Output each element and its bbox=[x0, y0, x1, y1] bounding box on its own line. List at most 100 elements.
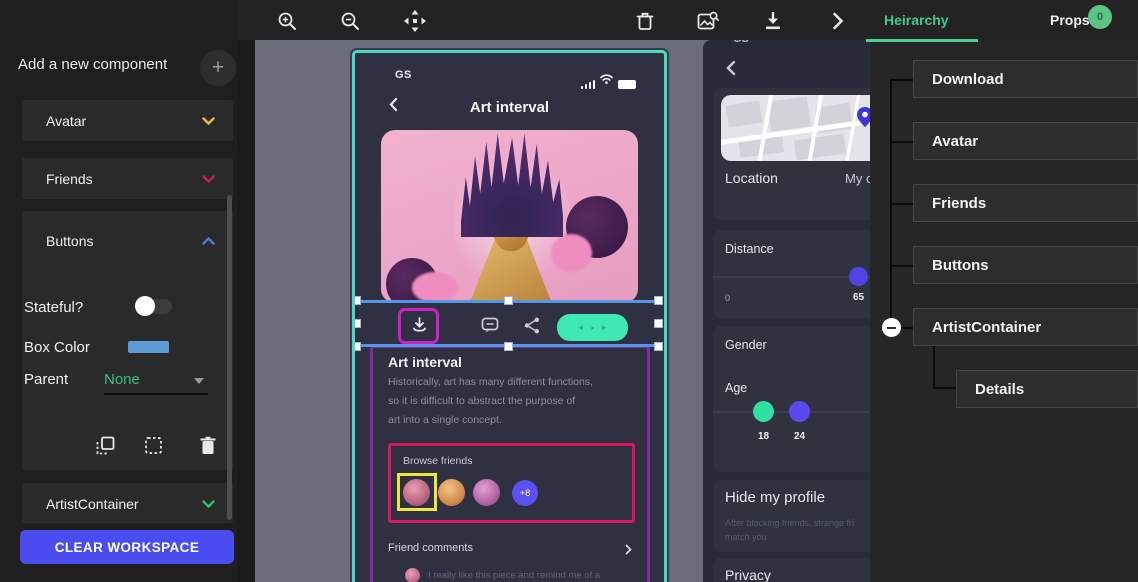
tab-hierarchy[interactable]: Heirarchy bbox=[884, 12, 949, 28]
clear-workspace-button[interactable]: CLEAR WORKSPACE bbox=[20, 530, 234, 564]
privacy-label[interactable]: Privacy bbox=[725, 567, 771, 582]
delete-component-icon[interactable] bbox=[195, 432, 221, 458]
chevron-down-icon[interactable] bbox=[202, 499, 215, 508]
tree-connector bbox=[890, 141, 913, 143]
tree-node-label: Friends bbox=[932, 194, 987, 212]
component-card-buttons-header[interactable]: Buttons bbox=[22, 211, 233, 259]
tree-node-avatar[interactable]: Avatar bbox=[913, 122, 1138, 160]
tree-node-label: Avatar bbox=[932, 132, 979, 150]
resize-handle[interactable] bbox=[355, 319, 361, 328]
friend-avatar[interactable] bbox=[438, 479, 465, 506]
chevron-up-icon[interactable] bbox=[202, 237, 215, 245]
tree-node-label: Download bbox=[932, 70, 1004, 88]
box-color-label: Box Color bbox=[24, 339, 90, 356]
hide-profile-hint: After blocking friends, strange fri bbox=[725, 518, 855, 528]
hierarchy-panel: Download Avatar Friends Buttons ArtistCo… bbox=[870, 40, 1138, 582]
stateful-toggle[interactable] bbox=[135, 296, 172, 316]
component-card-friends[interactable]: Friends bbox=[22, 158, 233, 199]
age-label: Age bbox=[725, 381, 748, 395]
component-label: Buttons bbox=[46, 233, 94, 249]
delete-icon[interactable] bbox=[632, 8, 658, 34]
component-label: Friends bbox=[46, 170, 93, 187]
resize-handle[interactable] bbox=[654, 296, 663, 305]
friends-component-outline[interactable]: Browse friends +8 bbox=[388, 443, 635, 523]
distance-min: 0 bbox=[725, 293, 731, 303]
zoom-out-icon[interactable] bbox=[337, 8, 363, 34]
tree-node-details[interactable]: Details bbox=[956, 370, 1138, 408]
resize-handle[interactable] bbox=[654, 319, 663, 328]
tab-props[interactable]: Props bbox=[1050, 12, 1090, 28]
pan-move-icon[interactable] bbox=[402, 8, 428, 34]
collapse-node-button[interactable] bbox=[882, 318, 901, 337]
artwork-figure bbox=[460, 133, 564, 238]
status-icons bbox=[580, 71, 636, 89]
caret-down-icon[interactable] bbox=[194, 378, 204, 384]
distance-max: 65 bbox=[853, 292, 865, 303]
zoom-in-icon[interactable] bbox=[274, 8, 300, 34]
props-count-badge: 0 bbox=[1088, 5, 1112, 29]
chevron-down-icon[interactable] bbox=[202, 116, 215, 125]
tree-node-label: Buttons bbox=[932, 256, 989, 274]
artwork-shape bbox=[411, 271, 459, 303]
map-block bbox=[725, 100, 763, 128]
chevron-down-icon[interactable] bbox=[202, 174, 215, 183]
tree-connector bbox=[933, 387, 956, 389]
map-block bbox=[767, 96, 811, 132]
carrier-label: GS bbox=[733, 40, 749, 45]
download-icon[interactable] bbox=[760, 8, 786, 34]
resize-handle[interactable] bbox=[355, 342, 361, 351]
tree-connector bbox=[933, 346, 935, 389]
app-window: GS Location My c Distance 0 65 Gend bbox=[0, 0, 1138, 582]
resize-handle[interactable] bbox=[504, 342, 513, 351]
sidebar-scrollbar[interactable] bbox=[227, 195, 232, 520]
component-card-artistcontainer[interactable]: ArtistContainer bbox=[22, 483, 233, 523]
tree-node-buttons[interactable]: Buttons bbox=[913, 246, 1138, 284]
map-preview[interactable] bbox=[721, 95, 878, 161]
carrier-label: GS bbox=[395, 69, 412, 81]
tree-node-label: Details bbox=[975, 380, 1025, 398]
parent-select[interactable]: None bbox=[104, 371, 140, 388]
tree-node-friends[interactable]: Friends bbox=[913, 184, 1138, 222]
artwork-image[interactable] bbox=[381, 130, 638, 303]
box-color-swatch[interactable] bbox=[128, 341, 169, 353]
tree-node-label: ArtistContainer bbox=[932, 318, 1042, 336]
page-title: Art interval bbox=[469, 99, 550, 116]
gender-label: Gender bbox=[725, 338, 767, 352]
preview-phone[interactable]: GS Art interval ◂ ▪ ▸ Art interval Histo… bbox=[352, 50, 667, 582]
resize-handle[interactable] bbox=[504, 296, 513, 305]
tree-connector bbox=[890, 79, 913, 81]
parent-select-underline bbox=[104, 393, 208, 395]
back-icon[interactable] bbox=[725, 60, 736, 81]
location-value[interactable]: My c bbox=[845, 171, 872, 186]
collapse-panel-icon[interactable] bbox=[825, 8, 851, 34]
add-component-button[interactable]: + bbox=[200, 50, 236, 86]
resize-handle[interactable] bbox=[355, 296, 361, 305]
age-min-knob[interactable] bbox=[753, 401, 774, 422]
more-friends-badge[interactable]: +8 bbox=[512, 480, 538, 506]
hide-profile-hint: match you bbox=[725, 532, 767, 542]
component-label: Avatar bbox=[46, 112, 87, 129]
location-label: Location bbox=[725, 170, 778, 186]
preview-screen-settings[interactable]: GS Location My c Distance 0 65 Gend bbox=[703, 40, 878, 582]
battery-icon bbox=[618, 80, 636, 89]
download-component-highlight[interactable] bbox=[398, 308, 439, 344]
image-preview-icon[interactable] bbox=[695, 8, 721, 34]
flip-to-front-icon[interactable] bbox=[92, 432, 118, 458]
wifi-icon bbox=[600, 71, 613, 89]
flip-to-back-icon[interactable] bbox=[140, 432, 166, 458]
hide-profile-label[interactable]: Hide my profile bbox=[725, 489, 825, 506]
distance-label: Distance bbox=[725, 242, 774, 256]
age-max-knob[interactable] bbox=[789, 401, 810, 422]
age-max: 24 bbox=[794, 431, 806, 442]
avatar-component-highlight[interactable] bbox=[397, 473, 437, 511]
age-min: 18 bbox=[758, 431, 770, 442]
tree-node-artistcontainer[interactable]: ArtistContainer bbox=[913, 308, 1138, 346]
tree-connector bbox=[890, 203, 913, 205]
distance-slider-track[interactable] bbox=[713, 276, 871, 278]
resize-handle[interactable] bbox=[654, 342, 663, 351]
tree-node-download[interactable]: Download bbox=[913, 60, 1138, 98]
distance-slider-knob[interactable] bbox=[849, 267, 868, 286]
active-tab-indicator bbox=[866, 39, 978, 42]
friend-avatar[interactable] bbox=[473, 479, 500, 506]
component-card-avatar[interactable]: Avatar bbox=[22, 100, 233, 141]
